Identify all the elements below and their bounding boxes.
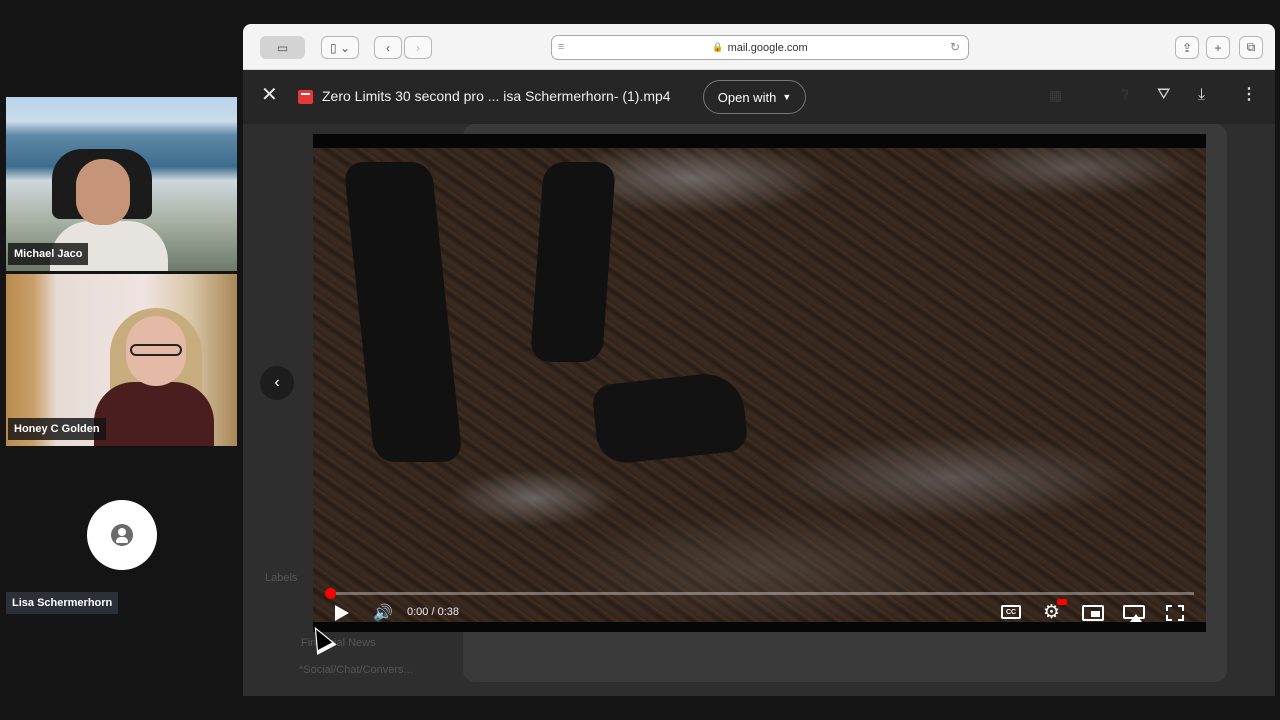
video-player[interactable]: 🔊 0:00 / 0:38 CC ⚙: [313, 134, 1206, 632]
participant-tile-lisa[interactable]: Lisa Schermerhorn: [6, 450, 237, 628]
add-to-drive-icon[interactable]: ⛛: [1157, 87, 1170, 103]
caret-down-icon: ▼: [782, 92, 792, 102]
download-icon[interactable]: ⤓: [1198, 87, 1205, 103]
open-with-label: Open with: [717, 89, 777, 105]
participant-head: [76, 159, 130, 225]
chevron-right-icon: ›: [416, 40, 420, 55]
play-icon[interactable]: [335, 605, 349, 621]
file-viewer-header: ✕ Zero Limits 30 second pro ... isa Sche…: [243, 70, 1275, 124]
page-menu-icon[interactable]: ≡: [558, 41, 564, 53]
participant-tile-michael[interactable]: Michael Jaco: [6, 97, 237, 271]
sidebar-icon: ▭: [276, 40, 289, 55]
close-icon[interactable]: ✕: [261, 85, 278, 105]
video-shade: [313, 134, 1206, 632]
new-tab-button[interactable]: +: [1206, 36, 1230, 59]
label-item: *Social/Chat/Convers...: [299, 664, 413, 676]
avatar: [87, 500, 157, 570]
address-bar[interactable]: ≡ 🔒 mail.google.com ↻: [551, 35, 969, 60]
tab-group-button[interactable]: ▯ ⌄: [321, 36, 359, 59]
video-controls: 🔊 0:00 / 0:38 CC ⚙: [313, 599, 1206, 632]
fullscreen-corner: [1178, 615, 1184, 621]
tab-group-icon: ▯ ⌄: [330, 40, 350, 55]
browser-toolbar: ▭ ▯ ⌄ ‹ › ≡ 🔒 mail.google.com ↻ ⇪ + ⧉: [243, 24, 1275, 70]
address-text: mail.google.com: [727, 41, 808, 54]
lock-icon: 🔒: [712, 42, 724, 52]
time-display: 0:00 / 0:38: [407, 606, 459, 618]
captions-button[interactable]: CC: [1001, 605, 1021, 619]
browser-window: ▭ ▯ ⌄ ‹ › ≡ 🔒 mail.google.com ↻ ⇪ + ⧉ La…: [243, 24, 1275, 696]
screen: Michael Jaco Honey C Golden Lisa Scherme…: [0, 0, 1280, 720]
tab-overview-button[interactable]: ⧉: [1239, 36, 1263, 59]
fullscreen-corner: [1178, 605, 1184, 611]
participant-tile-honey[interactable]: Honey C Golden: [6, 274, 237, 446]
file-name: Zero Limits 30 second pro ... isa Scherm…: [322, 88, 671, 104]
grid-icon: ▦: [1049, 87, 1063, 103]
open-with-button[interactable]: Open with ▼: [703, 80, 806, 114]
chevron-left-icon: ‹: [274, 374, 280, 391]
participant-body: [94, 382, 214, 446]
fullscreen-corner: [1166, 605, 1172, 611]
back-button[interactable]: ‹: [374, 36, 402, 59]
glasses: [130, 344, 182, 356]
fullscreen-icon[interactable]: [1166, 605, 1184, 621]
participant-name-label: Honey C Golden: [8, 418, 106, 440]
tabs-icon: ⧉: [1246, 40, 1256, 54]
fullscreen-corner: [1166, 615, 1172, 621]
progress-scrubber[interactable]: [325, 588, 336, 599]
video-file-icon: [298, 90, 313, 104]
participant-name-label: Lisa Schermerhorn: [6, 592, 119, 614]
share-icon: ⇪: [1181, 40, 1193, 55]
miniplayer-icon[interactable]: [1082, 605, 1104, 621]
help-icon: ?: [1121, 86, 1129, 102]
volume-icon[interactable]: 🔊: [373, 603, 393, 623]
person-icon: [111, 524, 133, 546]
participant-name-label: Michael Jaco: [8, 243, 89, 265]
forward-button[interactable]: ›: [404, 36, 432, 59]
chevron-left-icon: ‹: [386, 40, 390, 55]
sidebar-toggle-button[interactable]: ▭: [260, 36, 305, 59]
progress-bar[interactable]: [329, 592, 1194, 595]
plus-icon: +: [1214, 40, 1222, 55]
more-vert-icon[interactable]: ⋮: [1241, 87, 1257, 103]
previous-file-button[interactable]: ‹: [260, 366, 294, 400]
reload-icon[interactable]: ↻: [950, 40, 960, 54]
airplay-icon[interactable]: [1123, 605, 1145, 622]
share-button[interactable]: ⇪: [1175, 36, 1199, 59]
labels-heading: Labels: [265, 572, 298, 584]
hd-badge: [1057, 599, 1067, 605]
